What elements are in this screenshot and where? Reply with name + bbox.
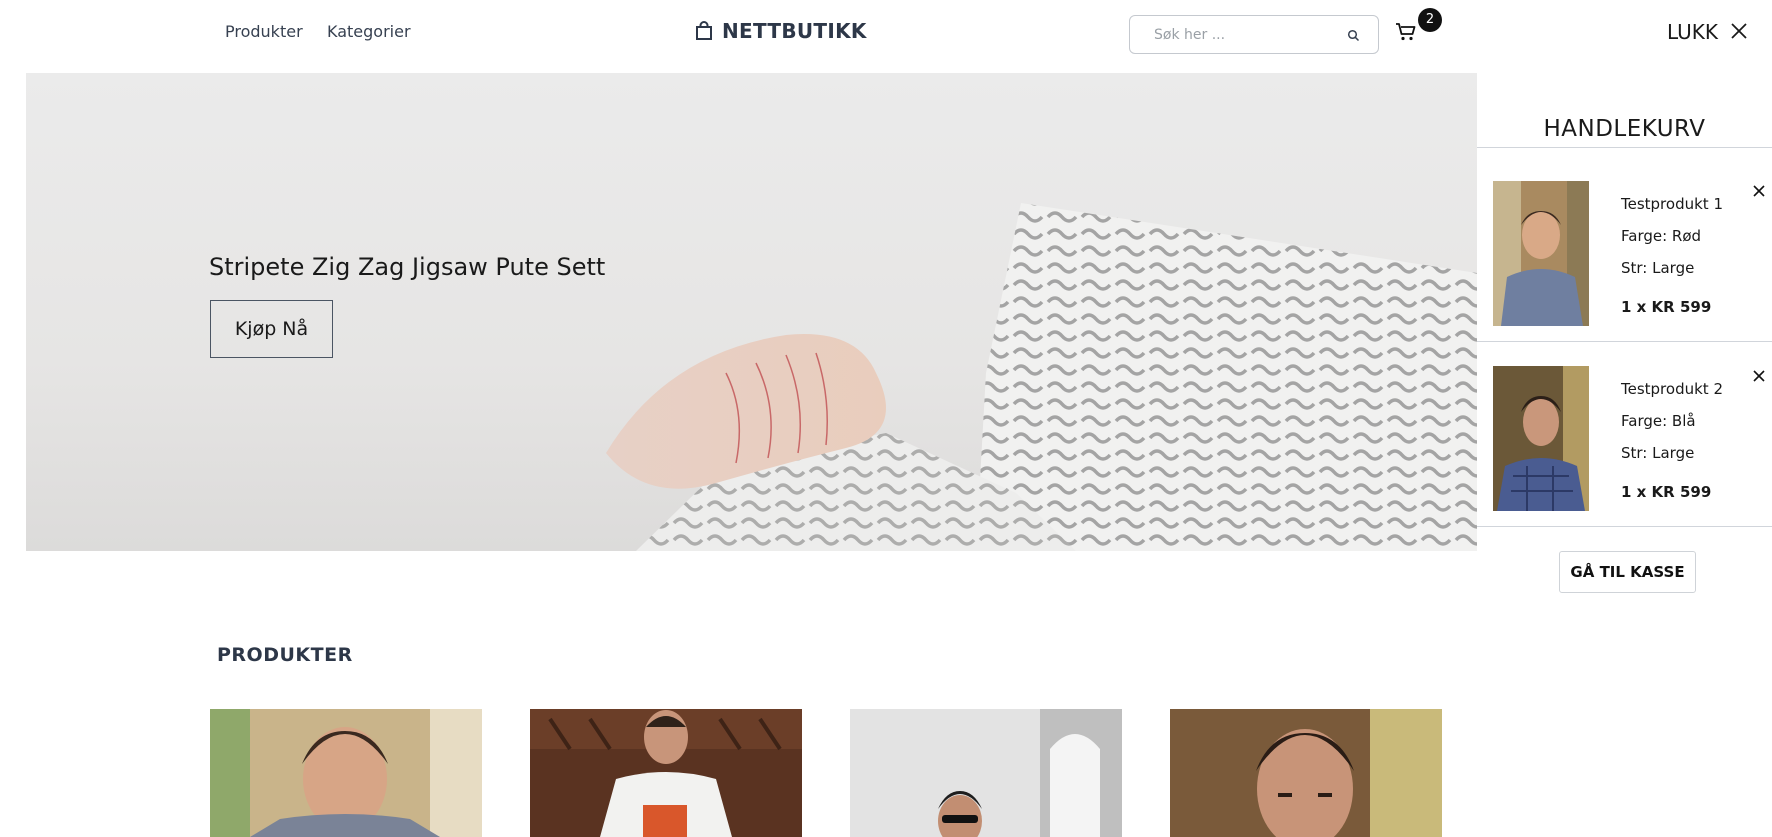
cart-item-color: Farge: Blå: [1621, 412, 1696, 430]
cart-item-price: 1 x KR 599: [1621, 483, 1712, 501]
cart-divider: [1477, 341, 1772, 342]
cart-item-size: Str: Large: [1621, 259, 1695, 277]
cart-item: Testprodukt 1 Farge: Rød Str: Large 1 x …: [1477, 181, 1772, 326]
remove-icon[interactable]: [1753, 185, 1765, 197]
search-icon[interactable]: [1347, 29, 1360, 42]
shopping-bag-icon: [696, 21, 712, 40]
hero-banner: Stripete Zig Zag Jigsaw Pute Sett Kjøp N…: [26, 73, 1477, 551]
cart-item: Testprodukt 2 Farge: Blå Str: Large 1 x …: [1477, 366, 1772, 511]
search-box: [1129, 15, 1379, 54]
cart-count-badge: 2: [1418, 8, 1442, 32]
product-card-image[interactable]: [210, 709, 482, 837]
cart-title: HANDLEKURV: [1543, 116, 1706, 142]
nav-link-products[interactable]: Produkter: [225, 22, 303, 41]
remove-icon[interactable]: [1753, 370, 1765, 382]
cart-divider: [1477, 526, 1772, 527]
cart-item-color: Farge: Rød: [1621, 227, 1702, 245]
cart-item-image: [1493, 181, 1589, 326]
search-input[interactable]: [1130, 16, 1330, 53]
logo[interactable]: NETTBUTIKK: [694, 19, 867, 43]
cart-item-price: 1 x KR 599: [1621, 298, 1712, 316]
cart-item-name: Testprodukt 1: [1621, 195, 1723, 213]
close-drawer-label[interactable]: LUKK: [1667, 20, 1718, 44]
products-section-title: PRODUKTER: [217, 644, 353, 666]
cart-divider: [1477, 147, 1772, 148]
buy-now-button[interactable]: Kjøp Nå: [210, 300, 333, 358]
product-card-image[interactable]: [530, 709, 802, 837]
cart-item-size: Str: Large: [1621, 444, 1695, 462]
cart-icon[interactable]: [1395, 22, 1417, 42]
hero-title: Stripete Zig Zag Jigsaw Pute Sett: [209, 253, 606, 281]
product-card-image[interactable]: [850, 709, 1122, 837]
checkout-button[interactable]: GÅ TIL KASSE: [1559, 551, 1696, 593]
nav-link-categories[interactable]: Kategorier: [327, 22, 411, 41]
cart-item-name: Testprodukt 2: [1621, 380, 1723, 398]
cart-item-image: [1493, 366, 1589, 511]
close-icon[interactable]: [1731, 23, 1747, 39]
product-card-image[interactable]: [1170, 709, 1442, 837]
logo-text: NETTBUTIKK: [722, 19, 867, 43]
